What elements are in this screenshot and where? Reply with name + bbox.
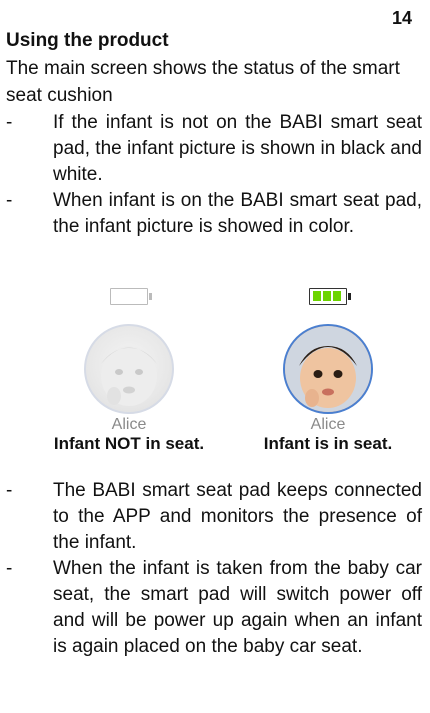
status-figure: Alice Infant NOT in seat. Alice Infant i…: [0, 288, 430, 468]
intro-paragraph: The main screen shows the status of the …: [6, 58, 400, 106]
bullet-text: If the infant is not on the BABI smart s…: [53, 112, 422, 185]
infant-face-icon: [285, 326, 371, 412]
status-caption: Infant NOT in seat.: [53, 434, 205, 453]
infant-name: Alice: [111, 416, 147, 433]
bullet-list-bottom: - The BABI smart seat pad keeps connecte…: [6, 478, 422, 660]
list-item: - The BABI smart seat pad keeps connecte…: [6, 478, 422, 556]
infant-name: Alice: [310, 416, 346, 433]
infant-face-icon: [101, 346, 157, 406]
section-heading: Using the product: [6, 30, 169, 51]
status-caption: Infant is in seat.: [263, 434, 393, 453]
bullet-list-top: - If the infant is not on the BABI smart…: [6, 110, 422, 240]
infant-avatar-grayscale: [84, 324, 174, 414]
infant-avatar-color: [283, 324, 373, 414]
list-item: - When the infant is taken from the baby…: [6, 556, 422, 660]
bullet-dash: -: [6, 558, 13, 579]
bullet-dash: -: [6, 190, 13, 211]
bullet-dash: -: [6, 112, 13, 133]
battery-full-icon: [309, 288, 351, 305]
bullet-text: The BABI smart seat pad keeps connected …: [53, 480, 422, 553]
list-item: - When infant is on the BABI smart seat …: [6, 188, 422, 240]
status-card-not-seated: Alice Infant NOT in seat.: [29, 288, 229, 454]
list-item: - If the infant is not on the BABI smart…: [6, 110, 422, 188]
bullet-text: When the infant is taken from the baby c…: [53, 558, 422, 657]
battery-empty-icon: [110, 288, 152, 305]
status-card-seated: Alice Infant is in seat.: [228, 288, 428, 454]
bullet-text: When infant is on the BABI smart seat pa…: [53, 190, 422, 237]
page-number: 14: [391, 8, 412, 28]
bullet-dash: -: [6, 480, 13, 501]
